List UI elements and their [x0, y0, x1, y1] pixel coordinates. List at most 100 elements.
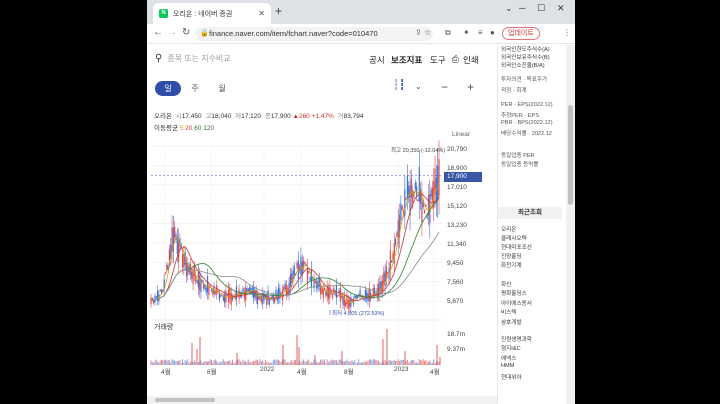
volume-bar — [221, 360, 223, 365]
recent-item[interactable]: 현대미포조선 — [501, 243, 532, 251]
recent-item[interactable]: 오리온 — [501, 225, 516, 233]
menu-print[interactable]: 인쇄 — [463, 54, 479, 66]
chart-type-dropdown-icon[interactable]: ⌄ — [415, 82, 422, 91]
volume-bar — [353, 361, 354, 365]
back-icon[interactable]: ← — [153, 27, 163, 38]
candle-body — [309, 277, 311, 281]
recent-item[interactable]: 평화홀딩스 — [501, 289, 527, 297]
recent-item[interactable]: 화신 — [501, 280, 511, 288]
recent-item[interactable]: 아이에스동서 — [501, 299, 532, 307]
volume-bar — [189, 361, 191, 365]
reading-list-icon[interactable]: ≡ — [478, 28, 483, 37]
scroll-thumb[interactable] — [155, 398, 215, 402]
zoom-out-icon[interactable]: − — [441, 80, 448, 94]
volume-bar — [170, 362, 172, 365]
candle-body — [347, 299, 349, 309]
volume-bar — [162, 360, 164, 365]
zoom-in-icon[interactable]: + — [467, 80, 474, 94]
browser-tab[interactable]: N 오리온 : 네이버 증권 ✕ — [153, 3, 271, 24]
candle-body — [327, 288, 330, 300]
reload-icon[interactable]: ↻ — [182, 27, 190, 38]
profile-avatar-icon[interactable]: ● — [490, 28, 495, 37]
period-month-button[interactable]: 월 — [209, 81, 235, 96]
volume-bar — [334, 360, 336, 365]
maximize-icon[interactable]: ☐ — [537, 3, 545, 14]
time-tick-label: 4월 — [161, 369, 171, 376]
volume-bar — [258, 362, 260, 365]
recent-item[interactable]: HMM — [501, 363, 514, 369]
recent-item[interactable]: 진원생명과학 — [501, 335, 532, 343]
menu-indicators[interactable]: 보조지표 — [391, 54, 422, 66]
extensions-puzzle-icon[interactable]: ✦ — [463, 28, 470, 37]
menu-disclosure[interactable]: 공시 — [369, 54, 385, 66]
volume-bar — [301, 360, 303, 365]
candle-body — [333, 287, 335, 293]
volume-bar — [355, 362, 357, 365]
recent-item[interactable]: 클래시오텍 — [501, 234, 527, 242]
volume-bar — [380, 362, 382, 365]
candle-body — [209, 285, 211, 287]
volume-bar — [210, 360, 212, 365]
candle-body — [396, 232, 398, 237]
volume-bar — [321, 359, 323, 365]
ma-5: 5 — [179, 125, 184, 132]
close-tab-icon[interactable]: ✕ — [258, 9, 265, 18]
volume-bar — [166, 360, 168, 365]
chart-type-candle-icon[interactable]: ┆┇ — [393, 80, 405, 91]
candle-body — [335, 285, 338, 299]
side-scrollbar[interactable] — [566, 45, 575, 404]
moving-average-legend[interactable]: 이동평균 5 20 60 120 — [154, 122, 214, 132]
tab-search-icon[interactable]: ⌄ — [505, 3, 513, 14]
extension-translate-icon[interactable]: ⧉ — [445, 28, 451, 38]
volume-bar — [242, 359, 244, 365]
candle-body — [242, 287, 244, 292]
candle-body — [422, 202, 424, 208]
more-menu-icon[interactable]: ⋮ — [563, 28, 571, 37]
menu-tools[interactable]: 도구 — [430, 54, 446, 66]
recent-item[interactable]: 현대위아 — [501, 373, 522, 381]
forward-icon[interactable]: → — [167, 27, 177, 38]
volume-bar — [178, 361, 180, 365]
volume-bar — [384, 359, 386, 365]
scale-toggle[interactable]: Linear — [452, 131, 470, 138]
recent-item[interactable]: 화천기계 — [501, 261, 522, 269]
recent-item[interactable]: 에넥스 — [501, 354, 516, 362]
candle-body — [235, 285, 238, 300]
close-window-icon[interactable]: ✕ — [557, 3, 565, 14]
volume-bar — [155, 359, 157, 365]
volume-bar — [187, 359, 189, 365]
recent-item[interactable]: 삼호개발 — [501, 318, 522, 326]
volume-bar — [392, 360, 394, 365]
volume-bar — [245, 361, 247, 365]
recent-item[interactable]: 진양홀딩 — [501, 252, 522, 260]
period-week-button[interactable]: 주 — [182, 81, 208, 96]
minimize-icon[interactable]: ─ — [519, 3, 525, 13]
volume-bar — [345, 360, 347, 365]
volume-bar — [289, 362, 291, 365]
address-bar[interactable]: 🔒 finance.naver.com/item/fchart.naver?co… — [195, 27, 433, 41]
volume-bar — [172, 359, 174, 365]
side-scroll-thumb[interactable] — [568, 105, 573, 205]
volume-bar — [201, 362, 203, 365]
print-icon[interactable]: ⎙ — [452, 54, 459, 65]
period-day-button[interactable]: 일 — [155, 81, 181, 96]
bookmark-star-icon[interactable]: ☆ — [424, 28, 431, 37]
stock-search[interactable]: ⚲ 종목 또는 지수비교 — [155, 53, 231, 64]
volume-bar — [418, 359, 420, 365]
volume-bar — [205, 361, 207, 365]
volume-bar — [161, 359, 162, 365]
candle-body — [183, 253, 185, 268]
volume-bar — [279, 360, 281, 365]
recent-item[interactable]: 비스텍 — [501, 308, 516, 316]
update-button[interactable]: 업데이트 — [502, 27, 540, 40]
new-tab-icon[interactable]: + — [275, 4, 282, 18]
side-text: PER · EPS(2022.12) — [501, 102, 553, 108]
side-text: 배당수익률 · 2022.12 — [501, 131, 552, 137]
share-icon[interactable]: ⇪ — [415, 28, 422, 37]
horizontal-scrollbar[interactable] — [147, 396, 497, 404]
recent-item[interactable]: 형지I&C — [501, 344, 521, 352]
volume-bar — [331, 360, 333, 365]
price-tick-label: 5,670 — [447, 298, 464, 305]
volume-bar — [356, 362, 358, 365]
candle-body — [345, 302, 347, 306]
